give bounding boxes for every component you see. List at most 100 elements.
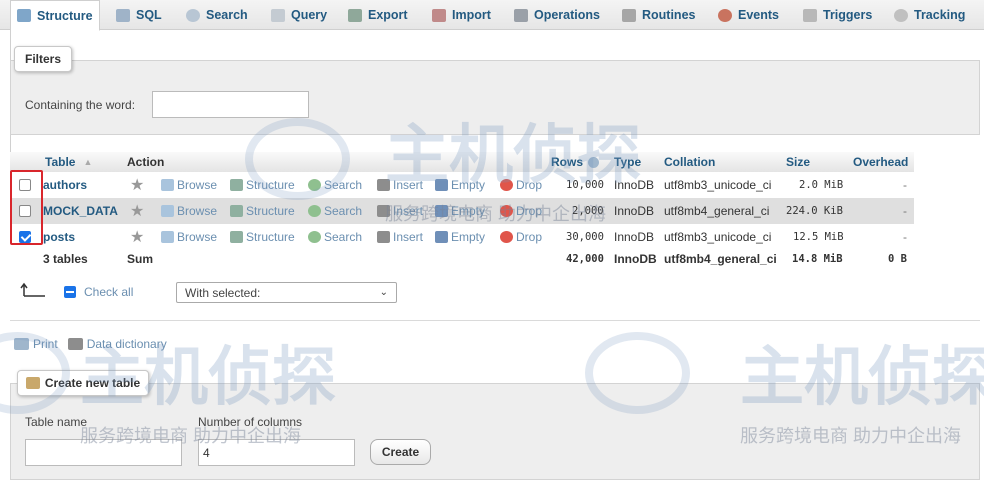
table-name-link[interactable]: MOCK_DATA xyxy=(43,198,118,224)
tab-events[interactable]: Events xyxy=(712,0,785,30)
insert-action[interactable]: Insert xyxy=(377,172,423,198)
drop-action[interactable]: Drop xyxy=(500,198,542,224)
column-header-table[interactable]: Table ▲ xyxy=(45,152,92,172)
structure-icon xyxy=(230,179,243,191)
action-label: Insert xyxy=(393,178,424,192)
table-row: MOCK_DATA ★ Browse Structure Search Inse… xyxy=(10,198,914,224)
browse-action[interactable]: Browse xyxy=(161,224,217,250)
tab-label: Export xyxy=(368,8,408,22)
tab-sql[interactable]: SQL xyxy=(110,0,168,30)
search-icon xyxy=(308,231,321,243)
help-icon xyxy=(588,156,600,168)
drop-icon xyxy=(500,231,513,243)
search-action[interactable]: Search xyxy=(308,224,362,250)
create-button[interactable]: Create xyxy=(370,439,431,465)
action-label: Search xyxy=(324,230,363,244)
column-header-collation[interactable]: Collation xyxy=(664,152,715,172)
drop-action[interactable]: Drop xyxy=(500,172,542,198)
structure-action[interactable]: Structure xyxy=(230,224,295,250)
empty-action[interactable]: Empty xyxy=(435,198,485,224)
insert-action[interactable]: Insert xyxy=(377,198,423,224)
overhead: - xyxy=(903,230,907,244)
tab-operations[interactable]: Operations xyxy=(508,0,606,30)
empty-action[interactable]: Empty xyxy=(435,172,485,198)
table-row: authors ★ Browse Structure Search Insert… xyxy=(10,172,914,198)
insert-action[interactable]: Insert xyxy=(377,224,423,250)
printer-icon xyxy=(14,338,29,350)
table-size: 12.5 MiB xyxy=(793,231,844,243)
total-collation: utf8mb4_general_ci xyxy=(664,252,777,266)
check-all-label[interactable]: Check all xyxy=(84,285,133,299)
browse-action[interactable]: Browse xyxy=(161,198,217,224)
favorite-star-icon[interactable]: ★ xyxy=(130,172,144,198)
tab-label: Search xyxy=(206,8,248,22)
drop-action[interactable]: Drop xyxy=(500,224,542,250)
action-label: Drop xyxy=(516,204,543,218)
search-icon xyxy=(186,8,200,22)
table-name-link[interactable]: posts xyxy=(43,224,75,250)
tab-query[interactable]: Query xyxy=(265,0,333,30)
action-label: Structure xyxy=(246,204,295,218)
collation: utf8mb4_general_ci xyxy=(664,204,770,218)
favorite-star-icon[interactable]: ★ xyxy=(130,198,144,224)
print-link[interactable]: Print xyxy=(14,337,58,351)
filter-label: Containing the word: xyxy=(25,98,136,112)
clock-icon xyxy=(718,8,732,22)
column-header-rows[interactable]: Rows xyxy=(551,152,600,172)
new-table-icon xyxy=(25,377,40,389)
tab-search[interactable]: Search xyxy=(180,0,254,30)
search-action[interactable]: Search xyxy=(308,198,362,224)
tab-import[interactable]: Import xyxy=(426,0,497,30)
row-count: 10,000 xyxy=(566,179,604,191)
dictionary-icon xyxy=(67,338,83,350)
header-label: Rows xyxy=(551,155,584,169)
top-tab-bar: Structure SQL Search Query Export Import… xyxy=(0,0,984,31)
tab-tracking[interactable]: Tracking xyxy=(888,0,971,30)
with-selected-value: With selected: xyxy=(185,285,261,300)
column-header-type[interactable]: Type xyxy=(614,152,641,172)
structure-icon xyxy=(17,9,31,22)
data-dictionary-link[interactable]: Data dictionary xyxy=(67,337,167,351)
action-label: Structure xyxy=(246,230,295,244)
action-label: Drop xyxy=(516,230,543,244)
collation: utf8mb3_unicode_ci xyxy=(664,178,772,192)
total-size: 14.8 MiB xyxy=(792,253,843,265)
browse-action[interactable]: Browse xyxy=(161,172,217,198)
structure-action[interactable]: Structure xyxy=(230,198,295,224)
search-icon xyxy=(308,179,321,191)
empty-action[interactable]: Empty xyxy=(435,224,485,250)
total-engine: InnoDB xyxy=(614,252,657,266)
engine-type: InnoDB xyxy=(614,230,655,244)
print-label: Print xyxy=(33,337,58,351)
checkbox-highlight-box xyxy=(10,170,43,245)
check-all[interactable]: Check all xyxy=(64,285,133,299)
arrow-up-icon xyxy=(20,282,45,297)
tab-routines[interactable]: Routines xyxy=(616,0,701,30)
action-label: Empty xyxy=(451,230,486,244)
browse-icon xyxy=(161,205,174,217)
structure-action[interactable]: Structure xyxy=(230,172,295,198)
column-header-overhead[interactable]: Overhead xyxy=(853,152,908,172)
action-label: Browse xyxy=(177,178,218,192)
check-all-checkbox[interactable] xyxy=(64,286,76,298)
header-label: Table xyxy=(45,155,76,169)
engine-type: InnoDB xyxy=(614,178,655,192)
sort-arrow-icon: ▲ xyxy=(83,157,93,167)
columns-input[interactable]: 4 xyxy=(198,439,355,466)
search-action[interactable]: Search xyxy=(308,172,362,198)
tab-structure[interactable]: Structure xyxy=(10,0,100,31)
favorite-star-icon[interactable]: ★ xyxy=(130,224,144,250)
action-label: Empty xyxy=(451,178,486,192)
tab-triggers[interactable]: Triggers xyxy=(797,0,878,30)
with-selected-dropdown[interactable]: With selected: ⌄ xyxy=(176,282,397,303)
insert-icon xyxy=(377,231,390,243)
tab-export[interactable]: Export xyxy=(342,0,414,30)
table-name-input[interactable] xyxy=(25,439,182,466)
filter-word-input[interactable] xyxy=(152,91,309,118)
table-name-link[interactable]: authors xyxy=(43,172,87,198)
column-header-size[interactable]: Size xyxy=(786,152,810,172)
total-rows: 42,000 xyxy=(566,253,604,265)
tab-label: Structure xyxy=(37,8,93,23)
table-name-label: Table name xyxy=(25,415,88,429)
browse-icon xyxy=(161,179,174,191)
